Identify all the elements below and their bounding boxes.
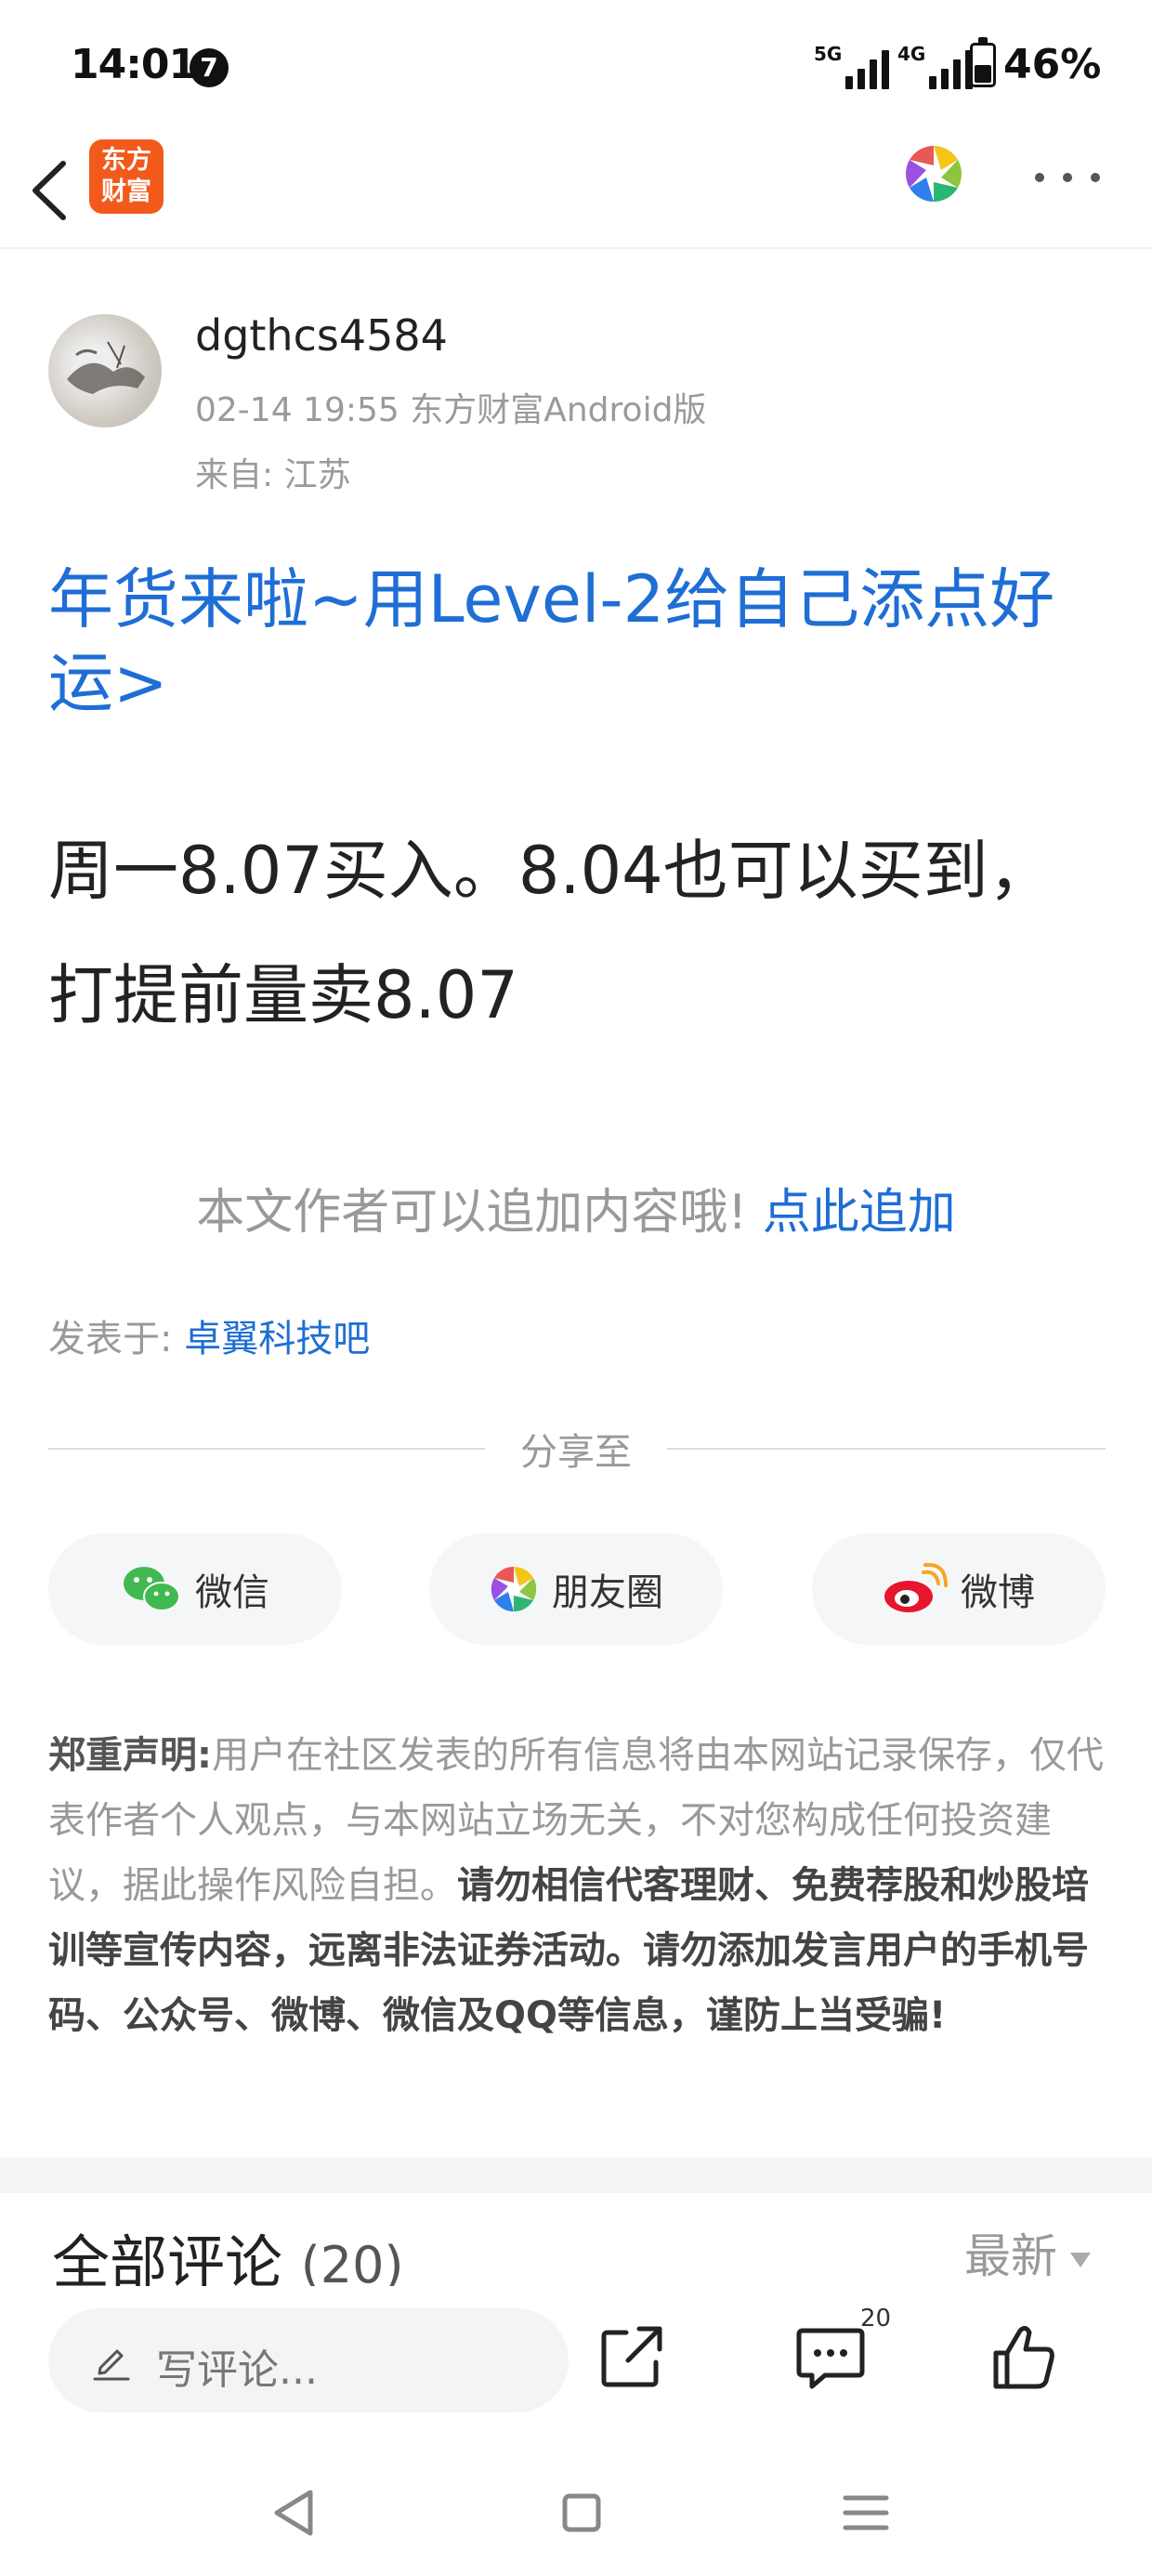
disclaimer-lead: 郑重声明 [48,1734,197,1777]
share-moments-button[interactable]: 朋友圈 [429,1533,723,1645]
post-title-link[interactable]: 年货来啦~用Level-2给自己添点好运> [48,558,1107,725]
battery-icon [970,37,996,87]
moments-share-button[interactable] [901,141,966,206]
more-dots-icon [1035,173,1044,182]
system-back-button[interactable] [256,2476,331,2550]
logo-line-1: 东方 [101,146,151,175]
disclaimer: 郑重声明:用户在社区发表的所有信息将由本网站记录保存，仅代表作者个人观点，与本网… [48,1723,1107,2048]
back-arrow-icon [33,161,66,220]
weibo-icon [884,1563,948,1612]
back-button[interactable] [19,143,84,236]
caret-down-icon [1070,2252,1091,2267]
section-separator [0,2158,1152,2193]
post-location: 来自: 江苏 [195,456,351,494]
author-avatar[interactable] [48,314,162,427]
battery-level-fill [975,64,991,83]
signal-4g: 4G [897,43,974,89]
thumbs-up-icon [993,2325,1054,2389]
triangle-back-icon [274,2490,313,2536]
append-hint: 本文作者可以追加内容哦! [196,1185,748,1241]
comment-count-badge: 20 [860,2305,892,2333]
app-logo[interactable]: 东方 财富 [89,139,164,214]
author-name[interactable]: dgthcs4584 [195,310,448,361]
disclaimer-colon: : [197,1734,212,1777]
signal-5g: 5G [814,43,890,89]
append-content-link[interactable]: 点此追加 [763,1185,956,1241]
share-weibo-label: 微博 [961,1571,1035,1614]
share-divider-right [667,1448,1106,1450]
status-bar: 14:01 7 5G 4G 46% [0,0,1152,130]
share-wechat-label: 微信 [195,1571,269,1614]
network-5g-label: 5G [814,43,843,65]
battery-percentage: 46% [1003,41,1102,88]
forum-link[interactable]: 卓翼科技吧 [184,1318,370,1360]
post-body: 周一8.07买入。8.04也可以买到，打提前量卖8.07 [48,833,1054,1033]
moments-icon [491,1566,537,1612]
share-weibo-button[interactable]: 微博 [812,1533,1106,1645]
append-content-row: 本文作者可以追加内容哦! 点此追加 [0,1173,1152,1242]
status-time: 14:01 [71,41,197,88]
system-navigation-bar [0,2444,1152,2576]
posted-in-label: 发表于: [48,1318,173,1360]
signal-4g-icon [929,48,974,89]
system-menu-button[interactable] [829,2476,903,2550]
more-options-button[interactable] [1031,158,1106,195]
system-home-button[interactable] [544,2476,619,2550]
comment-sort-dropdown[interactable]: 最新 [964,2219,1091,2286]
square-home-icon [562,2493,601,2532]
avatar-image [67,341,145,394]
share-moments-label: 朋友圈 [552,1571,663,1614]
pencil-icon [93,2349,130,2381]
like-button[interactable] [975,2310,1068,2403]
share-wechat-button[interactable]: 微信 [48,1533,342,1645]
logo-line-2: 财富 [101,177,151,206]
network-4g-label: 4G [897,43,926,65]
share-button[interactable] [585,2310,678,2403]
menu-lines-icon [843,2495,889,2530]
wechat-icon [124,1567,180,1611]
comment-placeholder: 写评论... [156,2346,318,2394]
share-out-icon [601,2326,662,2387]
signal-5g-icon [845,48,890,89]
color-wheel-icon [904,144,963,204]
action-bar: 写评论... 20 [0,2286,1152,2444]
post-meta: 02-14 19:55 东方财富Android版 [195,391,707,429]
notification-count-badge: 7 [190,48,229,87]
write-comment-input[interactable]: 写评论... [48,2308,569,2412]
posted-in: 发表于: 卓翼科技吧 [48,1308,370,1362]
sort-label: 最新 [964,2229,1057,2283]
nav-bar: 东方 财富 [0,130,1152,249]
